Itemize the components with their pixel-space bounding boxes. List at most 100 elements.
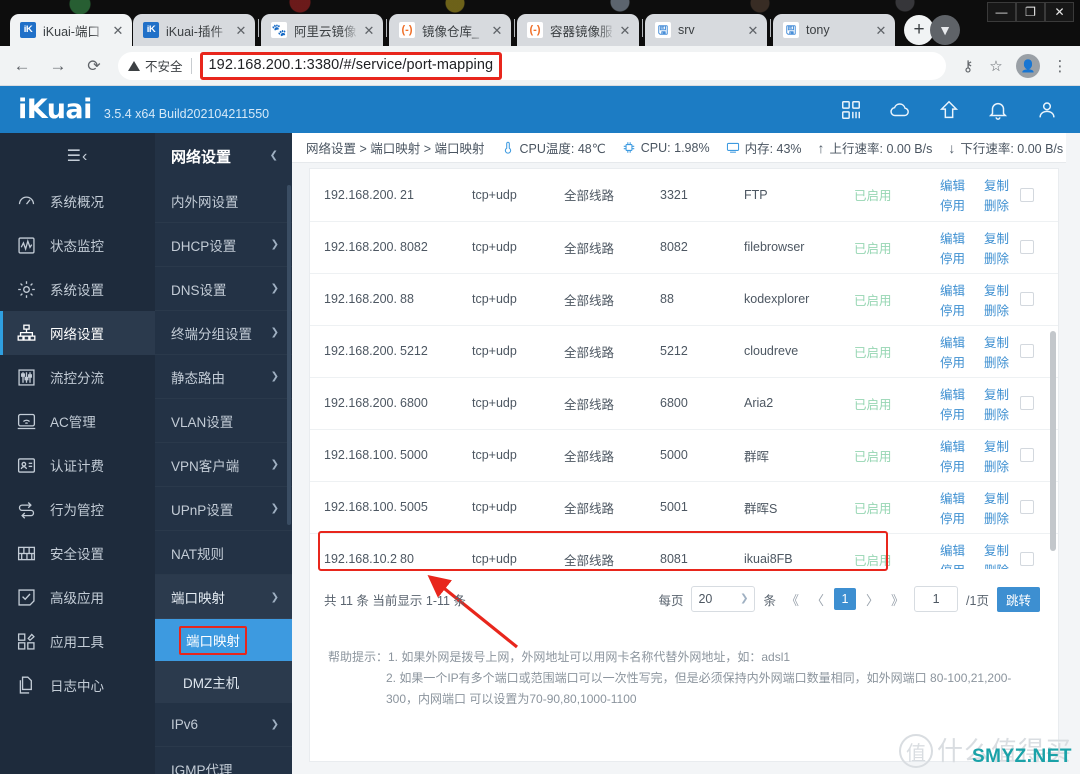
submenu-subitem-port-mapping[interactable]: 端口映射 bbox=[155, 619, 292, 661]
submenu-item-vlan[interactable]: VLAN设置 bbox=[155, 399, 292, 443]
edit-link[interactable]: 编辑 bbox=[940, 175, 976, 194]
browser-tab-2[interactable]: 🐾 阿里云镜像 ✕ bbox=[261, 14, 383, 46]
submenu-item-vpn-client[interactable]: VPN客户端 ❯ bbox=[155, 443, 292, 487]
sidebar-collapse-icon[interactable]: ☰‹ bbox=[0, 133, 155, 179]
tab-close-icon[interactable]: ✕ bbox=[233, 22, 249, 38]
delete-link[interactable]: 删除 bbox=[984, 248, 1020, 267]
port-mapping-table-scroll[interactable]: 192.168.200. 21 tcp+udp 全部线路 3321 FTP 已启… bbox=[310, 169, 1058, 569]
tab-close-icon[interactable]: ✕ bbox=[361, 22, 377, 38]
reload-icon[interactable]: ⟳ bbox=[80, 52, 108, 80]
profile-avatar-icon[interactable]: 👤 bbox=[1016, 53, 1040, 78]
window-minimize-button[interactable]: — bbox=[987, 2, 1016, 22]
tab-close-icon[interactable]: ✕ bbox=[110, 22, 126, 38]
edit-link[interactable]: 编辑 bbox=[940, 436, 976, 455]
user-icon[interactable] bbox=[1036, 99, 1058, 121]
copy-link[interactable]: 复制 bbox=[984, 488, 1020, 507]
browser-tab-1[interactable]: iK iKuai-插件 ✕ bbox=[133, 14, 255, 46]
disable-link[interactable]: 停用 bbox=[940, 195, 976, 214]
sidebar-item-auth-billing[interactable]: 认证计费 bbox=[0, 443, 155, 487]
star-icon[interactable]: ☆ bbox=[982, 52, 1010, 80]
table-row[interactable]: 192.168.10.2 80 tcp+udp 全部线路 8081 ikuai8… bbox=[310, 533, 1058, 569]
tab-close-icon[interactable]: ✕ bbox=[873, 22, 889, 38]
copy-link[interactable]: 复制 bbox=[984, 540, 1020, 559]
table-row[interactable]: 192.168.200. 21 tcp+udp 全部线路 3321 FTP 已启… bbox=[310, 169, 1058, 222]
row-checkbox[interactable] bbox=[1020, 500, 1034, 514]
browser-tab-6[interactable]: 🖫 tony ✕ bbox=[773, 14, 895, 46]
delete-link[interactable]: 删除 bbox=[984, 560, 1020, 569]
table-scrollbar[interactable] bbox=[1050, 331, 1056, 551]
copy-link[interactable]: 复制 bbox=[984, 175, 1020, 194]
security-indicator[interactable]: 不安全 bbox=[128, 56, 183, 75]
edit-link[interactable]: 编辑 bbox=[940, 540, 976, 559]
row-checkbox[interactable] bbox=[1020, 240, 1034, 254]
sidebar-item-security-settings[interactable]: 安全设置 bbox=[0, 531, 155, 575]
copy-link[interactable]: 复制 bbox=[984, 384, 1020, 403]
submenu-item-wan-lan[interactable]: 内外网设置 bbox=[155, 179, 292, 223]
submenu-item-port-mapping-group[interactable]: 端口映射 ❯ bbox=[155, 575, 292, 619]
edit-link[interactable]: 编辑 bbox=[940, 228, 976, 247]
delete-link[interactable]: 删除 bbox=[984, 195, 1020, 214]
sidebar-item-system-settings[interactable]: 系统设置 bbox=[0, 267, 155, 311]
disable-link[interactable]: 停用 bbox=[940, 352, 976, 371]
table-row[interactable]: 192.168.200. 5212 tcp+udp 全部线路 5212 clou… bbox=[310, 325, 1058, 378]
next-page-button[interactable]: 〉 bbox=[864, 590, 881, 609]
address-bar[interactable]: 不安全 192.168.200.1:3380/#/service/port-ma… bbox=[118, 51, 946, 80]
submenu-item-static-route[interactable]: 静态路由 ❯ bbox=[155, 355, 292, 399]
submenu-item-nat-rules[interactable]: NAT规则 bbox=[155, 531, 292, 575]
edit-link[interactable]: 编辑 bbox=[940, 488, 976, 507]
sidebar-item-advanced-apps[interactable]: 高级应用 bbox=[0, 575, 155, 619]
copy-link[interactable]: 复制 bbox=[984, 436, 1020, 455]
table-row[interactable]: 192.168.200. 6800 tcp+udp 全部线路 6800 Aria… bbox=[310, 377, 1058, 430]
delete-link[interactable]: 删除 bbox=[984, 352, 1020, 371]
page-number-1[interactable]: 1 bbox=[834, 588, 857, 610]
tab-close-icon[interactable]: ✕ bbox=[745, 22, 761, 38]
disable-link[interactable]: 停用 bbox=[940, 560, 976, 569]
submenu-item-dhcp[interactable]: DHCP设置 ❯ bbox=[155, 223, 292, 267]
back-icon[interactable]: ← bbox=[8, 52, 36, 80]
bell-icon[interactable] bbox=[987, 99, 1009, 121]
disable-link[interactable]: 停用 bbox=[940, 404, 976, 423]
copy-link[interactable]: 复制 bbox=[984, 332, 1020, 351]
sidebar-item-app-tools[interactable]: 应用工具 bbox=[0, 619, 155, 663]
delete-link[interactable]: 删除 bbox=[984, 404, 1020, 423]
first-page-button[interactable]: 《 bbox=[784, 590, 801, 609]
delete-link[interactable]: 删除 bbox=[984, 456, 1020, 475]
apps-grid-icon[interactable] bbox=[840, 99, 862, 121]
row-checkbox[interactable] bbox=[1020, 292, 1034, 306]
browser-profile-badge-icon[interactable]: ▼ bbox=[930, 15, 960, 45]
row-checkbox[interactable] bbox=[1020, 448, 1034, 462]
copy-link[interactable]: 复制 bbox=[984, 228, 1020, 247]
table-row[interactable]: 192.168.200. 8082 tcp+udp 全部线路 8082 file… bbox=[310, 221, 1058, 274]
sidebar-item-flow-control[interactable]: 流控分流 bbox=[0, 355, 155, 399]
row-checkbox[interactable] bbox=[1020, 552, 1034, 567]
sidebar-item-log-center[interactable]: 日志中心 bbox=[0, 663, 155, 707]
browser-tab-5[interactable]: 🖫 srv ✕ bbox=[645, 14, 767, 46]
key-icon[interactable]: ⚷ bbox=[954, 52, 982, 80]
tab-close-icon[interactable]: ✕ bbox=[489, 22, 505, 38]
submenu-item-terminal-group[interactable]: 终端分组设置 ❯ bbox=[155, 311, 292, 355]
delete-link[interactable]: 删除 bbox=[984, 300, 1020, 319]
browser-tab-0[interactable]: iK iKuai-端口 ✕ bbox=[10, 14, 132, 46]
disable-link[interactable]: 停用 bbox=[940, 300, 976, 319]
per-page-select[interactable]: 20 ❯ bbox=[691, 586, 756, 612]
edit-link[interactable]: 编辑 bbox=[940, 280, 976, 299]
submenu-item-ipv6[interactable]: IPv6 ❯ bbox=[155, 703, 292, 747]
table-row[interactable]: 192.168.100. 5005 tcp+udp 全部线路 5001 群晖S … bbox=[310, 481, 1058, 534]
cloud-icon[interactable] bbox=[889, 99, 911, 121]
disable-link[interactable]: 停用 bbox=[940, 248, 976, 267]
sidebar-item-status-monitor[interactable]: 状态监控 bbox=[0, 223, 155, 267]
submenu-item-upnp[interactable]: UPnP设置 ❯ bbox=[155, 487, 292, 531]
edit-link[interactable]: 编辑 bbox=[940, 384, 976, 403]
edit-link[interactable]: 编辑 bbox=[940, 332, 976, 351]
delete-link[interactable]: 删除 bbox=[984, 508, 1020, 527]
chevron-left-icon[interactable]: ❮ bbox=[270, 151, 278, 161]
kebab-menu-icon[interactable]: ⋮ bbox=[1046, 52, 1074, 80]
window-maximize-button[interactable]: ❐ bbox=[1016, 2, 1045, 22]
sidebar-item-system-overview[interactable]: 系统概况 bbox=[0, 179, 155, 223]
copy-link[interactable]: 复制 bbox=[984, 280, 1020, 299]
submenu-item-igmp-proxy[interactable]: IGMP代理 bbox=[155, 747, 292, 774]
submenu-scrollbar[interactable] bbox=[287, 185, 291, 525]
goto-page-input[interactable]: 1 bbox=[914, 586, 959, 612]
forward-icon[interactable]: → bbox=[44, 52, 72, 80]
submenu-subitem-dmz-host[interactable]: DMZ主机 bbox=[155, 661, 292, 703]
